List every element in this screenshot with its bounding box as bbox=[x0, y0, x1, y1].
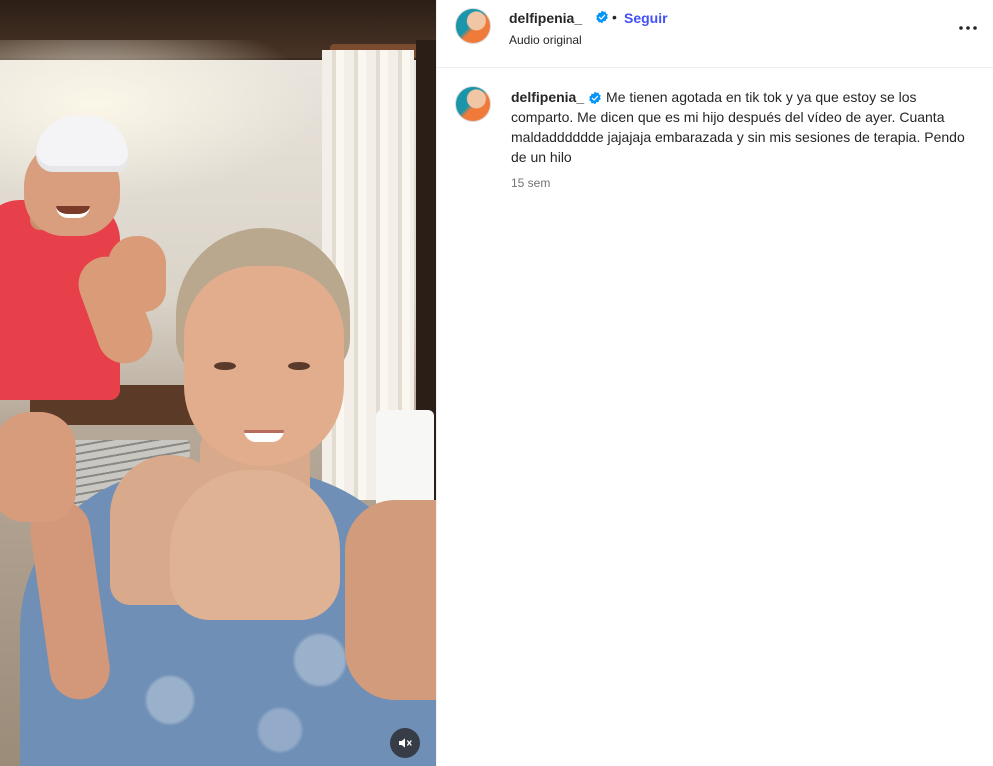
mute-toggle-button[interactable] bbox=[390, 728, 420, 758]
post-media-video[interactable] bbox=[0, 0, 436, 766]
verified-badge-icon bbox=[595, 10, 609, 24]
speaker-muted-icon bbox=[399, 738, 412, 748]
author-username[interactable]: delfipenia_ bbox=[509, 10, 582, 26]
post-header: delfipenia_ • Seguir Audio original bbox=[437, 0, 993, 68]
more-horizontal-icon bbox=[959, 26, 977, 30]
author-avatar[interactable] bbox=[455, 8, 491, 44]
post-timestamp[interactable]: 15 sem bbox=[511, 176, 550, 190]
audio-link[interactable]: Audio original bbox=[509, 33, 582, 47]
caption-author-avatar[interactable] bbox=[455, 86, 491, 122]
caption-text-block: delfipenia_ Me tienen agotada en tik tok… bbox=[511, 87, 979, 167]
verified-badge-icon bbox=[588, 91, 602, 105]
post-side-panel: delfipenia_ • Seguir Audio original delf… bbox=[436, 0, 993, 766]
caption-username[interactable]: delfipenia_ bbox=[511, 89, 584, 105]
more-options-button[interactable] bbox=[956, 16, 980, 40]
follow-button[interactable]: Seguir bbox=[624, 10, 668, 26]
separator-dot: • bbox=[612, 9, 617, 25]
